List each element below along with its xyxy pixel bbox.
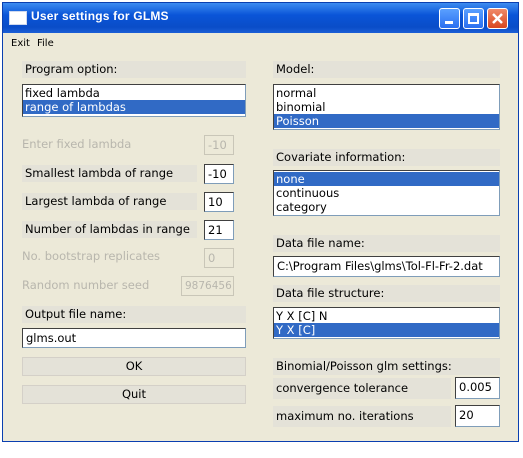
covariate-list[interactable]: none continuous category <box>273 170 500 216</box>
window-icon <box>9 11 27 25</box>
list-item[interactable]: normal <box>274 86 499 100</box>
glm-settings-label: Binomial/Poisson glm settings: <box>273 358 500 375</box>
smallest-lambda-field[interactable]: -10 <box>204 164 234 184</box>
largest-lambda-label: Largest lambda of range <box>22 193 197 210</box>
minimize-icon <box>445 21 453 24</box>
list-item[interactable]: Y X [C] <box>274 323 499 337</box>
largest-lambda-field[interactable]: 10 <box>204 192 234 212</box>
minimize-button[interactable] <box>439 8 460 29</box>
list-item[interactable]: range of lambdas <box>23 100 245 114</box>
menu-exit[interactable]: Exit <box>11 38 30 49</box>
program-option-label: Program option: <box>22 61 246 78</box>
num-lambdas-label: Number of lambdas in range <box>22 221 197 238</box>
list-item[interactable]: Y X [C] N <box>274 309 499 323</box>
model-label: Model: <box>273 61 500 78</box>
settings-window: User settings for GLMS Exit File Program… <box>2 2 519 442</box>
program-option-list[interactable]: fixed lambda range of lambdas <box>22 84 246 117</box>
menu-bar: Exit File <box>3 34 518 52</box>
bootstrap-label: No. bootstrap replicates <box>22 249 161 263</box>
list-item[interactable]: none <box>274 172 499 186</box>
list-item[interactable]: binomial <box>274 100 499 114</box>
list-item[interactable]: continuous <box>274 186 499 200</box>
data-file-field[interactable]: C:\Program Files\glms\Tol-Fl-Fr-2.dat <box>273 256 500 277</box>
maximize-button[interactable] <box>463 8 484 29</box>
maximize-icon <box>468 13 479 24</box>
smallest-lambda-label: Smallest lambda of range <box>22 165 197 182</box>
iterations-field[interactable]: 20 <box>455 405 500 427</box>
fixed-lambda-field[interactable]: -10 <box>204 135 234 155</box>
menu-file[interactable]: File <box>37 38 54 49</box>
iterations-label: maximum no. iterations <box>273 406 451 427</box>
tolerance-label: convergence tolerance <box>273 378 451 399</box>
data-file-label: Data file name: <box>273 235 500 252</box>
covariate-label: Covariate information: <box>273 149 500 166</box>
ok-button[interactable]: OK <box>22 357 246 376</box>
bootstrap-field[interactable]: 0 <box>204 248 234 268</box>
close-icon <box>492 13 503 24</box>
list-item[interactable]: Poisson <box>274 114 499 128</box>
output-file-label: Output file name: <box>22 306 246 323</box>
fixed-lambda-label: Enter fixed lambda <box>22 137 132 151</box>
close-button[interactable] <box>487 8 508 29</box>
title-bar[interactable]: User settings for GLMS <box>3 3 518 33</box>
num-lambdas-field[interactable]: 21 <box>204 220 234 240</box>
seed-label: Random number seed <box>22 278 150 292</box>
list-item[interactable]: category <box>274 200 499 214</box>
data-structure-list[interactable]: Y X [C] N Y X [C] <box>273 307 500 339</box>
seed-field[interactable]: 9876456 <box>181 276 234 296</box>
model-list[interactable]: normal binomial Poisson <box>273 84 500 130</box>
tolerance-field[interactable]: 0.005 <box>455 377 500 399</box>
list-item[interactable]: fixed lambda <box>23 86 245 100</box>
output-file-field[interactable]: glms.out <box>22 328 246 348</box>
window-title: User settings for GLMS <box>31 9 169 23</box>
data-structure-label: Data file structure: <box>273 285 500 302</box>
quit-button[interactable]: Quit <box>22 385 246 404</box>
